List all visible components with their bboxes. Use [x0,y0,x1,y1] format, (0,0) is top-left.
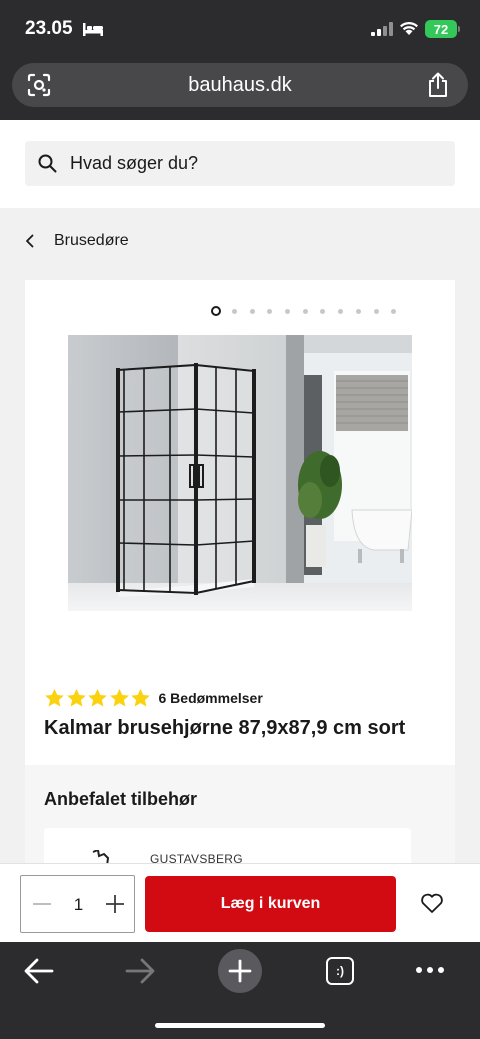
gallery-dot[interactable] [285,308,291,314]
gallery-dot[interactable] [320,308,326,314]
star-icon [131,689,150,707]
plus-icon[interactable] [105,894,125,914]
share-icon[interactable] [426,72,450,98]
star-icon [66,689,86,707]
more-icon[interactable] [416,967,449,973]
gallery-dot[interactable] [373,308,379,314]
lens-icon[interactable] [27,73,51,97]
plus-icon [228,959,252,983]
star-icon [109,689,129,707]
search-area: Hvad søger du? [0,120,480,208]
star-icon [45,689,64,707]
url-bar[interactable]: bauhaus.dk [12,63,468,107]
product-card: 6 Bedømmelser Kalmar brusehjørne 87,9x87… [25,280,455,765]
wifi-icon [400,21,418,35]
gallery-dot[interactable] [338,308,344,314]
gallery-dot[interactable] [355,308,361,314]
signal-icon [371,22,393,36]
forward-arrow-icon[interactable] [125,958,155,984]
status-bar: 23.05 72 [0,0,480,60]
battery-nub [458,26,460,32]
gallery-dots[interactable] [211,306,409,316]
bed-icon [83,23,103,36]
gallery-dot[interactable] [391,308,397,314]
gallery-dot[interactable] [249,308,255,314]
product-rating[interactable]: 6 Bedømmelser [44,688,263,708]
star-icon [88,689,107,707]
tabs-button[interactable]: :) [326,957,354,985]
recommended-accessories: Anbefalet tilbehør GUSTAVSBERG [25,765,455,878]
gallery-dot[interactable] [211,306,221,316]
product-title: Kalmar brusehjørne 87,9x87,9 cm sort [44,717,406,739]
add-to-cart-bar: 1 Læg i kurven [0,863,480,942]
add-to-cart-button[interactable]: Læg i kurven [145,876,396,932]
search-icon [38,154,57,173]
search-input[interactable]: Hvad søger du? [25,141,455,186]
browser-top-chrome: 23.05 72 bauhaus.dk [0,0,480,120]
chevron-left-icon[interactable] [25,226,45,256]
breadcrumb-label[interactable]: Brusedøre [54,232,129,250]
gallery-dot[interactable] [267,308,273,314]
heart-icon[interactable] [420,892,444,914]
url-text[interactable]: bauhaus.dk [12,63,468,107]
search-placeholder: Hvad søger du? [70,153,199,173]
quantity-stepper[interactable]: 1 [20,875,135,933]
accessories-title: Anbefalet tilbehør [44,789,198,809]
browser-bottom-toolbar: :) [0,942,480,1039]
rating-stars [44,688,152,708]
status-time: 23.05 [25,18,73,39]
home-indicator [155,1023,325,1028]
back-arrow-icon[interactable] [24,958,54,984]
new-tab-button[interactable] [218,949,262,993]
battery-icon: 72 [425,20,457,38]
gallery-dot[interactable] [302,308,308,314]
breadcrumb[interactable]: Brusedøre [25,226,129,256]
battery-level: 72 [433,21,449,37]
gallery-dot[interactable] [232,308,237,314]
product-image[interactable] [68,335,412,611]
rating-count[interactable]: 6 Bedømmelser [159,690,263,706]
